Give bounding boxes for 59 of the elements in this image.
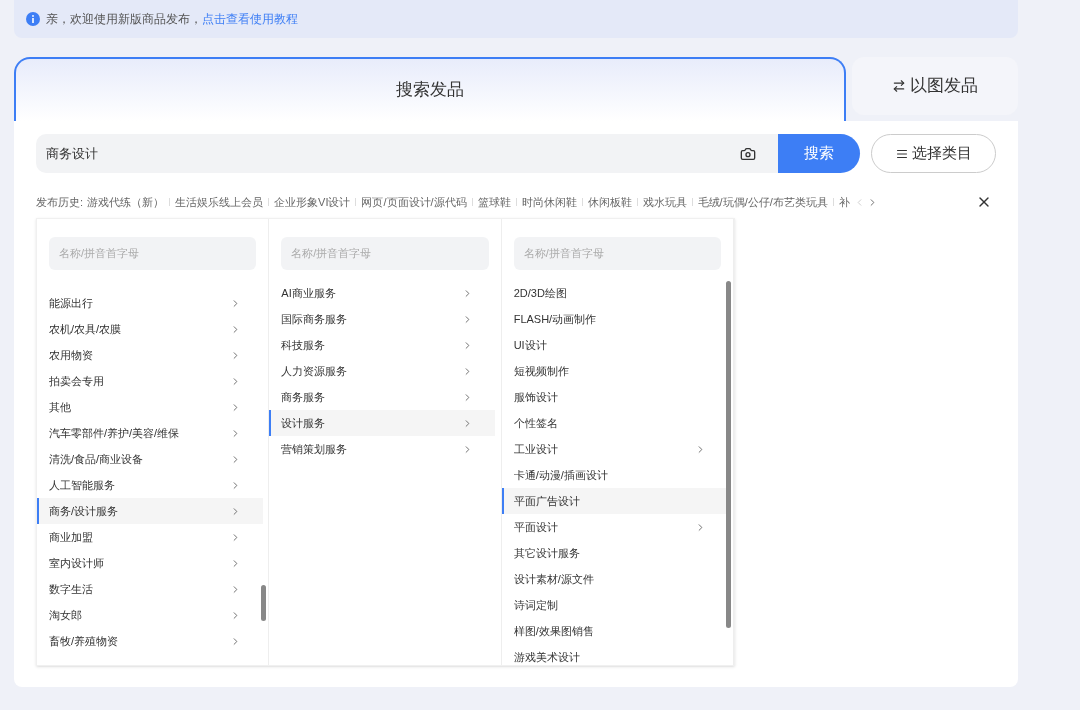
category-item[interactable]: 人工智能服务 [37, 472, 263, 498]
history-item[interactable]: 生活娱乐线上会员 [175, 193, 264, 211]
category-item[interactable]: 服饰设计 [501, 384, 728, 410]
category-item[interactable]: 其它设计服务 [501, 540, 728, 566]
switch-icon [892, 79, 906, 93]
category-item[interactable]: 平面设计 [501, 514, 728, 540]
category-item[interactable]: 农机/农具/农膜 [37, 316, 263, 342]
tab[interactable]: 搜索发品 [14, 57, 846, 121]
category-item[interactable]: 卡通/动漫/插画设计 [501, 462, 728, 488]
category-item[interactable]: 畜牧/养殖物资 [37, 628, 263, 654]
category-item[interactable]: 工业设计 [501, 436, 728, 462]
category-item[interactable]: 商务服务 [269, 384, 496, 410]
category-item[interactable]: 淘女郎 [37, 602, 263, 628]
history-item[interactable]: 时尚休闲鞋 [521, 193, 577, 211]
category-item[interactable]: 拍卖会专用 [37, 368, 263, 394]
category-item[interactable]: 样图/效果图销售 [501, 618, 728, 644]
category-item[interactable]: UI设计 [501, 332, 728, 358]
history-item[interactable]: 休闲板鞋 [587, 193, 632, 211]
notice-text: 亲，欢迎使用新版商品发布， [46, 11, 202, 28]
category-item[interactable]: 农用物资 [37, 342, 263, 368]
history-label: 发布历史: [36, 194, 84, 210]
chevron-icon [230, 505, 241, 517]
category-item[interactable]: 室内设计师 [37, 550, 263, 576]
category-item[interactable]: 设计素材/源文件 [501, 566, 728, 592]
scrollbar-thumb[interactable] [726, 281, 731, 628]
history-item[interactable]: 篮球鞋 [477, 193, 511, 211]
category-item[interactable]: 2D/3D绘图 [501, 280, 728, 306]
category-item[interactable]: 汽车零部件/养护/美容/维保 [37, 420, 263, 446]
info-icon [26, 12, 40, 26]
category-item[interactable]: 平面广告设计 [501, 488, 728, 514]
scrollbar-thumb[interactable] [261, 585, 267, 621]
history-item[interactable]: 戏水玩具 [642, 193, 687, 211]
history-item[interactable]: 网页/页面设计/源代码 [361, 193, 467, 211]
search-button[interactable]: 搜索 [778, 134, 860, 173]
category-item[interactable]: 个性签名 [501, 410, 728, 436]
category-item[interactable]: 商务/设计服务 [37, 498, 263, 524]
category-item[interactable]: 国际商务服务 [269, 306, 496, 332]
history-item[interactable]: 毛绒/玩偶/公仔/布艺类玩具 [697, 193, 828, 211]
category-item[interactable]: 科技服务 [269, 332, 496, 358]
category-item[interactable]: 诗词定制 [501, 592, 728, 618]
category-item[interactable]: 短视频制作 [501, 358, 728, 384]
category-item[interactable]: 清洗/食品/商业设备 [37, 446, 263, 472]
category-item[interactable]: AI商业服务 [269, 280, 496, 306]
category-item[interactable]: FLASH/动画制作 [501, 306, 728, 332]
history-item[interactable]: 补 [838, 193, 850, 211]
category-item[interactable]: 能源出行 [37, 290, 263, 316]
category-item[interactable]: 数字生活 [37, 576, 263, 602]
tab[interactable]: 以图发品 [852, 57, 1018, 115]
list-icon [895, 147, 908, 160]
category-item[interactable]: 营销策划服务 [269, 436, 496, 462]
history-item[interactable]: 游戏代练（新） [87, 193, 165, 211]
search-field[interactable]: 商务设计 [36, 134, 778, 173]
history-item[interactable]: 企业形象VI设计 [274, 193, 351, 211]
camera-icon[interactable] [740, 145, 756, 162]
category-item[interactable]: 人力资源服务 [269, 358, 496, 384]
category-item[interactable]: 商业加盟 [37, 524, 263, 550]
category-item[interactable]: 设计服务 [269, 410, 496, 436]
category-item[interactable]: 其他 [37, 394, 263, 420]
category-item[interactable]: 游戏美术设计 [501, 644, 728, 665]
